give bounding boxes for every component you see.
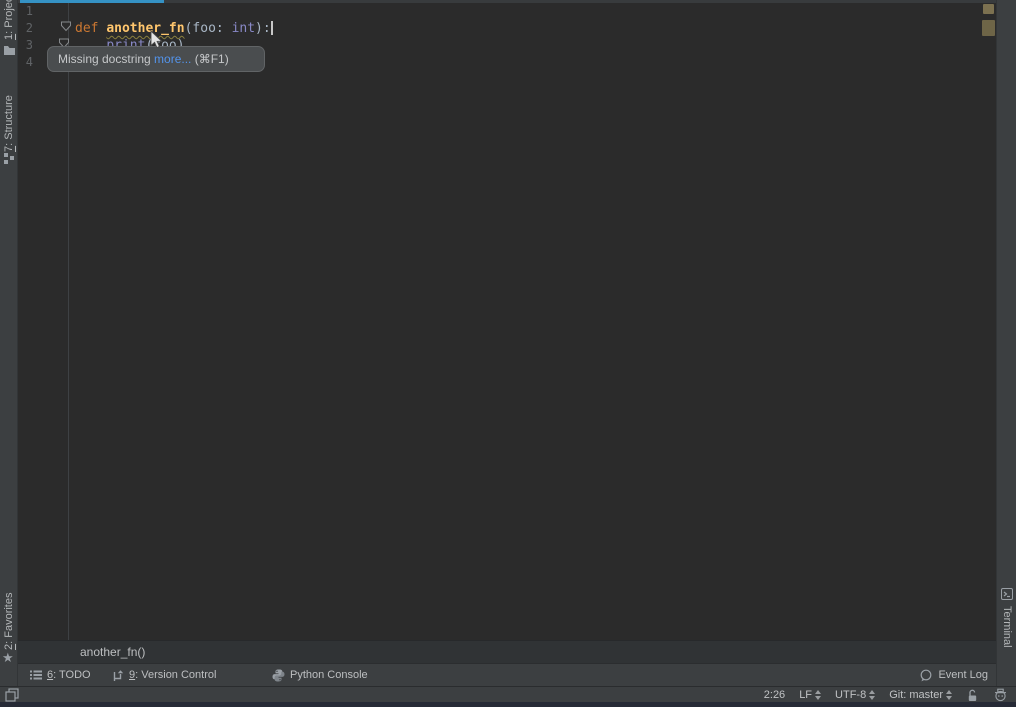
line-separator-widget[interactable]: LF (799, 689, 822, 701)
toolwindow-button-version-control[interactable]: 9: Version Control (112, 664, 216, 686)
toolwindow-button-structure[interactable]: 7: Structure (3, 90, 15, 152)
toolwindow-button-project[interactable]: 1: Project (3, 0, 15, 40)
folder-icon[interactable] (3, 44, 16, 56)
line-number: 1 (25, 4, 33, 18)
toolwindow-button-todo[interactable]: 6: TODO (30, 664, 91, 686)
python-console-icon (272, 669, 285, 681)
version-control-icon (113, 669, 124, 681)
star-icon[interactable]: ★ (2, 650, 14, 666)
toolwindow-button-terminal[interactable]: Terminal (1001, 606, 1013, 670)
line-number: 3 (25, 38, 33, 52)
tooltip-more-link[interactable]: more... (154, 52, 191, 66)
desktop-edge-strip (0, 702, 1016, 707)
keyword-token: def (75, 21, 107, 36)
event-log-icon (921, 669, 932, 681)
code-editor[interactable]: 1 2 def another_fn(foo: int): 3 print(fo… (18, 0, 996, 640)
param-token: foo (192, 21, 216, 36)
git-branch-value: Git: master (889, 689, 943, 701)
caret-position-widget[interactable]: 2:26 (764, 689, 785, 701)
fold-marker-icon[interactable] (60, 21, 72, 32)
event-log-button[interactable]: Event Log (919, 664, 988, 686)
type-token: int (231, 21, 256, 36)
line-number: 4 (25, 55, 33, 69)
toolwindow-button-favorites[interactable]: 2: Favorites (3, 572, 15, 650)
line-number: 2 (25, 21, 33, 35)
editor-line-2: 2 def another_fn(foo: int): (18, 20, 996, 37)
python-console-label: Python Console (290, 669, 368, 681)
right-toolwindow-bar: Terminal (996, 0, 1016, 686)
bottom-toolbar: 6: TODO 9: Version Control Python Consol… (18, 663, 996, 686)
ide-window: 1: Project 7: Structure 2: Favorites ★ T… (0, 0, 1016, 707)
function-name-token: another_fn (106, 21, 185, 36)
favorites-label: : Favorites (3, 592, 15, 644)
colon-token: : (215, 21, 232, 36)
status-bar: 2:26 LF UTF-8 Git: master (0, 686, 1016, 702)
close-token: ): (255, 21, 271, 36)
gutter-separator (68, 3, 69, 640)
tooltip-shortcut: (⌘F1) (191, 52, 229, 66)
left-toolwindow-bar: 1: Project 7: Structure 2: Favorites ★ (0, 0, 18, 686)
warning-stripe-mark[interactable] (982, 20, 995, 36)
warning-stripe-mark[interactable] (983, 4, 994, 14)
text-caret (271, 21, 273, 35)
inspection-tooltip: Missing docstring more... (⌘F1) (47, 46, 265, 72)
project-label: : Project (3, 0, 15, 34)
code-line-def: def another_fn(foo: int): (75, 20, 271, 37)
line-separator-value: LF (799, 689, 813, 701)
structure-icon[interactable] (4, 153, 15, 164)
breadcrumb: another_fn() (18, 640, 996, 663)
encoding-value: UTF-8 (835, 689, 867, 701)
chevron-updown-icon (869, 690, 876, 700)
terminal-label: Terminal (1001, 606, 1013, 648)
chevron-updown-icon (946, 690, 952, 700)
toolwindow-button-python-console[interactable]: Python Console (272, 664, 368, 686)
toolwindow-switcher-icon[interactable] (5, 688, 19, 702)
chevron-updown-icon (815, 690, 822, 700)
event-log-label: Event Log (938, 669, 988, 681)
tooltip-message: Missing docstring (58, 52, 155, 66)
todo-list-icon (30, 670, 42, 680)
encoding-widget[interactable]: UTF-8 (835, 689, 876, 701)
inspections-hector-icon[interactable] (993, 688, 1008, 702)
mouse-cursor-icon (150, 30, 163, 49)
git-branch-widget[interactable]: Git: master (889, 689, 952, 701)
project-mnemonic: 1 (3, 33, 15, 40)
unlocked-padlock-icon[interactable] (966, 689, 979, 702)
version-control-label: 9: Version Control (129, 669, 217, 681)
editor-line-1: 1 (18, 3, 996, 20)
todo-label: 6: TODO (47, 669, 91, 681)
breadcrumb-item[interactable]: another_fn() (80, 641, 145, 663)
structure-mnemonic: 7 (3, 145, 15, 152)
terminal-icon[interactable] (1001, 588, 1013, 600)
structure-label: : Structure (3, 95, 15, 146)
